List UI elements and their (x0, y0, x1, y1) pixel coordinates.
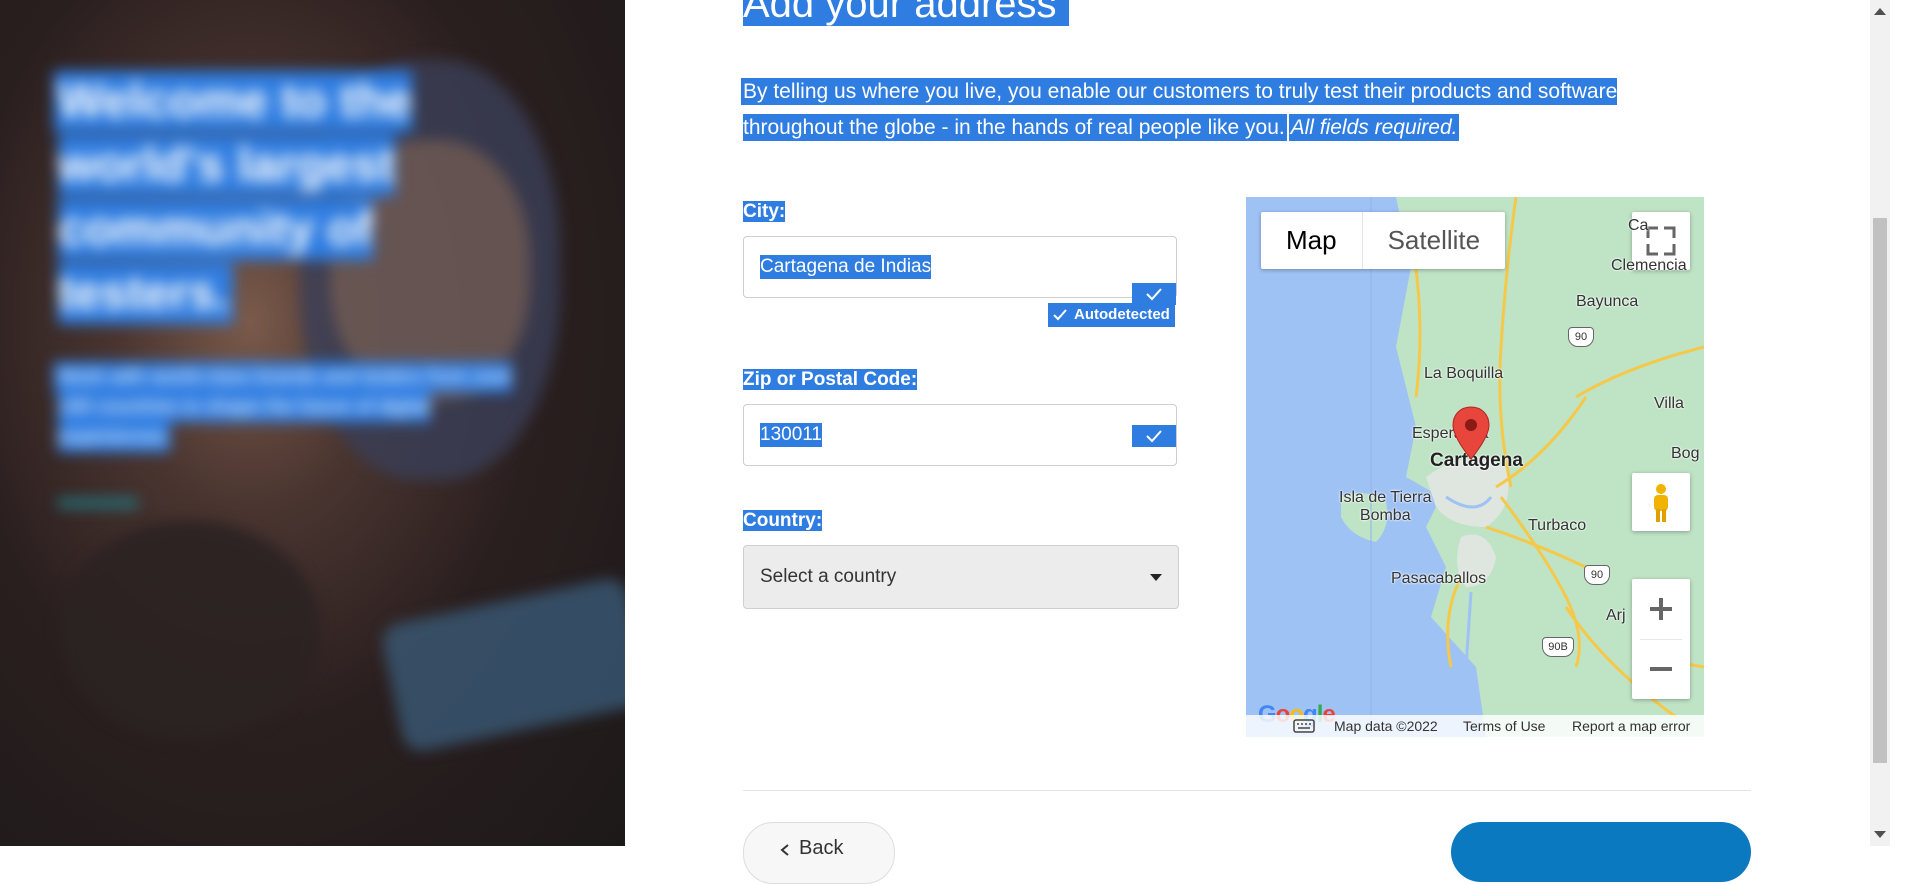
terms-link[interactable]: Terms of Use (1463, 715, 1545, 737)
route-shield: 90 (1568, 327, 1594, 347)
zip-check-icon (1132, 425, 1176, 447)
map-label-clemencia: Clemencia (1611, 257, 1687, 274)
route-shield: 90 (1584, 565, 1610, 585)
intro-emphasis: All fields required. (1290, 116, 1458, 139)
divider (743, 790, 1751, 791)
zoom-controls (1632, 579, 1690, 699)
city-input[interactable]: Cartagena de Indias (743, 236, 1177, 305)
map-label-arj: Arj (1606, 607, 1626, 624)
map-data-text: Map data ©2022 (1334, 718, 1438, 734)
route-shield: 90B (1542, 637, 1574, 657)
hero-accent-bar (58, 498, 138, 508)
map-footer: Map data ©2022 Terms of Use Report a map… (1246, 715, 1704, 737)
scroll-up-arrow-icon[interactable] (1874, 8, 1886, 15)
map-type-toggle: Map Satellite (1261, 212, 1506, 269)
country-select-value: Select a country (760, 566, 897, 587)
zip-value: 130011 (760, 423, 822, 447)
city-check-icon (1132, 283, 1176, 305)
satellite-tab[interactable]: Satellite (1363, 212, 1506, 269)
page-title: Add your address (743, 0, 1069, 30)
map-label-turbaco: Turbaco (1528, 517, 1587, 534)
zoom-out-button[interactable] (1632, 639, 1690, 699)
scrollbar-thumb[interactable] (1873, 218, 1887, 763)
back-button[interactable]: Back (743, 822, 895, 884)
scroll-down-arrow-icon[interactable] (1874, 831, 1886, 838)
next-button[interactable] (1451, 822, 1751, 882)
map-label-bog: Bog (1671, 445, 1700, 462)
report-error-link[interactable]: Report a map error (1572, 715, 1690, 737)
map-label-villa: Villa (1654, 395, 1684, 412)
country-label: Country: (743, 510, 823, 531)
city-value: Cartagena de Indias (760, 255, 932, 279)
checkbox-icon (1052, 307, 1068, 323)
zoom-in-button[interactable] (1632, 579, 1690, 639)
map-label-pasacaballos: Pasacaballos (1391, 570, 1487, 587)
main-content: Add your address By telling us where you… (743, 0, 1751, 884)
map-label-bayunca: Bayunca (1576, 293, 1639, 310)
keyboard-icon[interactable] (1293, 719, 1315, 733)
country-select[interactable]: Select a country (743, 545, 1179, 609)
autodetected-badge: Autodetected (1048, 303, 1175, 327)
map-label-ca: Ca (1628, 217, 1649, 234)
page-scrollbar[interactable] (1870, 0, 1890, 846)
map-label-la-boquilla: La Boquilla (1424, 365, 1504, 382)
pegman-icon (1654, 484, 1668, 522)
minus-icon (1650, 667, 1672, 671)
hero-title: Welcome to the world's largest community… (58, 75, 412, 320)
back-label: Back (799, 837, 844, 859)
zip-label: Zip or Postal Code: (743, 369, 918, 390)
location-pin-icon (1452, 406, 1490, 460)
hero-panel: Welcome to the world's largest community… (0, 0, 625, 846)
hero-subtitle: Work with world-class brands and testers… (58, 366, 513, 448)
location-map[interactable]: Map Satellite Ca Clemencia Bayunca La Bo… (1246, 197, 1704, 737)
intro-text: By telling us where you live, you enable… (743, 80, 1618, 139)
zip-input[interactable]: 130011 (743, 404, 1177, 466)
plus-icon (1650, 598, 1672, 620)
map-label-isla: Isla de Tierra Bomba (1339, 489, 1432, 524)
map-tab[interactable]: Map (1261, 212, 1363, 269)
street-view-button[interactable] (1632, 473, 1690, 531)
chevron-left-icon (780, 844, 789, 856)
chevron-down-icon (1150, 574, 1162, 581)
city-label: City: (743, 201, 786, 222)
